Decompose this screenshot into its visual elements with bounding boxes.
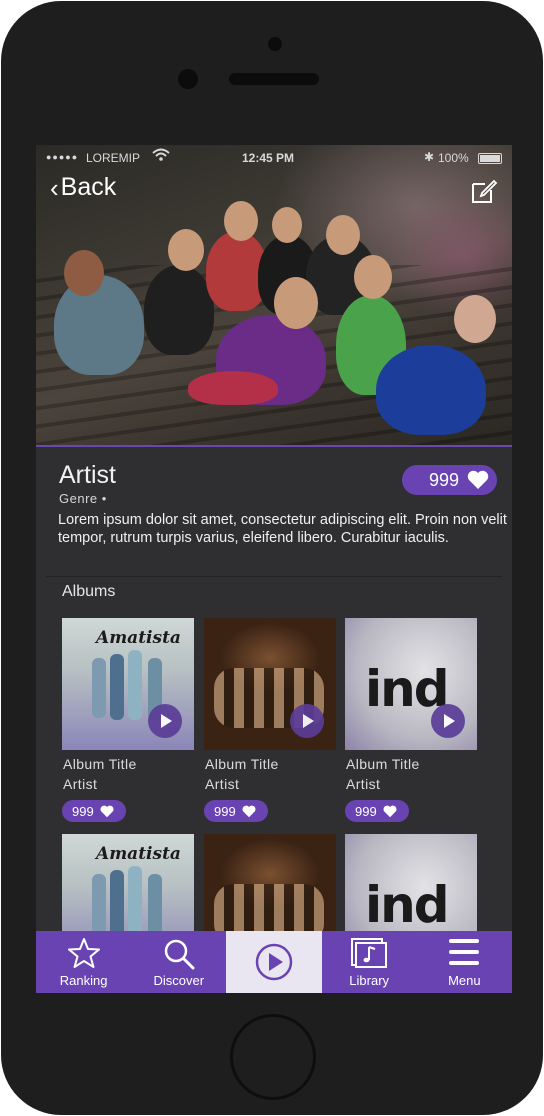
back-label: Back	[60, 173, 117, 201]
album-title: Album Title	[346, 756, 420, 772]
battery-percent: 100%	[438, 151, 469, 165]
album-artist: Artist	[63, 776, 98, 792]
heart-icon	[467, 470, 489, 489]
tab-menu[interactable]: Menu	[417, 931, 512, 993]
album-like-button[interactable]: 999	[62, 800, 126, 822]
chevron-left-icon: ‹	[50, 172, 59, 203]
artist-like-count: 999	[428, 469, 459, 490]
play-icon	[255, 943, 293, 981]
album-like-button[interactable]: 999	[345, 800, 409, 822]
album-artist: Artist	[205, 776, 240, 792]
tab-label: Menu	[448, 973, 481, 988]
play-icon[interactable]	[290, 704, 324, 738]
phone-frame: ●●●●● LOREMIP 12:45 PM ✱ 100% ‹ Back Art…	[1, 1, 543, 1115]
album-cover[interactable]	[204, 618, 336, 750]
album-cover[interactable]: Amatista	[62, 618, 194, 750]
search-icon	[164, 939, 195, 970]
album-like-count: 999	[214, 803, 236, 819]
heart-icon	[242, 805, 256, 817]
play-icon[interactable]	[431, 704, 465, 738]
play-icon[interactable]	[148, 704, 182, 738]
heart-icon	[383, 805, 397, 817]
tab-label: Ranking	[59, 973, 108, 988]
heart-icon	[100, 805, 114, 817]
artist-hero-photo: ●●●●● LOREMIP 12:45 PM ✱ 100% ‹ Back	[36, 145, 512, 447]
tab-bar: Ranking Discover Library Menu	[36, 931, 512, 993]
music-library-icon	[351, 938, 388, 968]
tab-ranking[interactable]: Ranking	[36, 931, 131, 993]
album-title: Album Title	[63, 756, 137, 772]
tab-player[interactable]	[226, 931, 322, 993]
album-like-button[interactable]: 999	[204, 800, 268, 822]
albums-section-title: Albums	[62, 583, 116, 600]
artist-like-button[interactable]: 999	[402, 465, 497, 495]
home-button[interactable]	[230, 1014, 316, 1100]
wifi-icon	[152, 148, 170, 165]
artist-name: Artist	[59, 461, 116, 489]
artist-genre: Genre •	[59, 491, 107, 506]
album-cover[interactable]: ind	[345, 618, 477, 750]
back-button[interactable]: ‹ Back	[50, 173, 116, 202]
hamburger-icon	[449, 939, 480, 965]
album-artist: Artist	[346, 776, 381, 792]
album-like-count: 999	[355, 803, 377, 819]
earpiece-speaker	[229, 73, 319, 85]
album-cover-text: ind	[365, 876, 450, 934]
bluetooth-icon: ✱	[424, 150, 435, 164]
album-cover-logo: Amatista	[96, 628, 181, 648]
status-time: 12:45 PM	[242, 151, 295, 165]
front-camera	[268, 37, 282, 51]
proximity-sensor	[178, 69, 198, 89]
album-cover-logo: Amatista	[96, 844, 181, 864]
signal-dots-icon: ●●●●●	[46, 152, 79, 162]
star-icon	[67, 938, 100, 968]
tab-library[interactable]: Library	[322, 931, 417, 993]
tab-label: Library	[349, 973, 390, 988]
battery-icon	[478, 153, 502, 164]
section-divider	[46, 576, 502, 577]
edit-icon[interactable]	[470, 177, 498, 205]
album-title: Album Title	[205, 756, 279, 772]
tab-discover[interactable]: Discover	[131, 931, 226, 993]
tab-label: Discover	[153, 973, 205, 988]
carrier-name: LOREMIP	[86, 151, 141, 165]
album-like-count: 999	[72, 803, 94, 819]
hero-accent-line	[36, 445, 512, 447]
screen: ●●●●● LOREMIP 12:45 PM ✱ 100% ‹ Back Art…	[36, 145, 512, 993]
artist-description: Lorem ipsum dolor sit amet, consectetur …	[58, 512, 507, 546]
status-bar: ●●●●● LOREMIP 12:45 PM ✱ 100%	[36, 145, 512, 171]
